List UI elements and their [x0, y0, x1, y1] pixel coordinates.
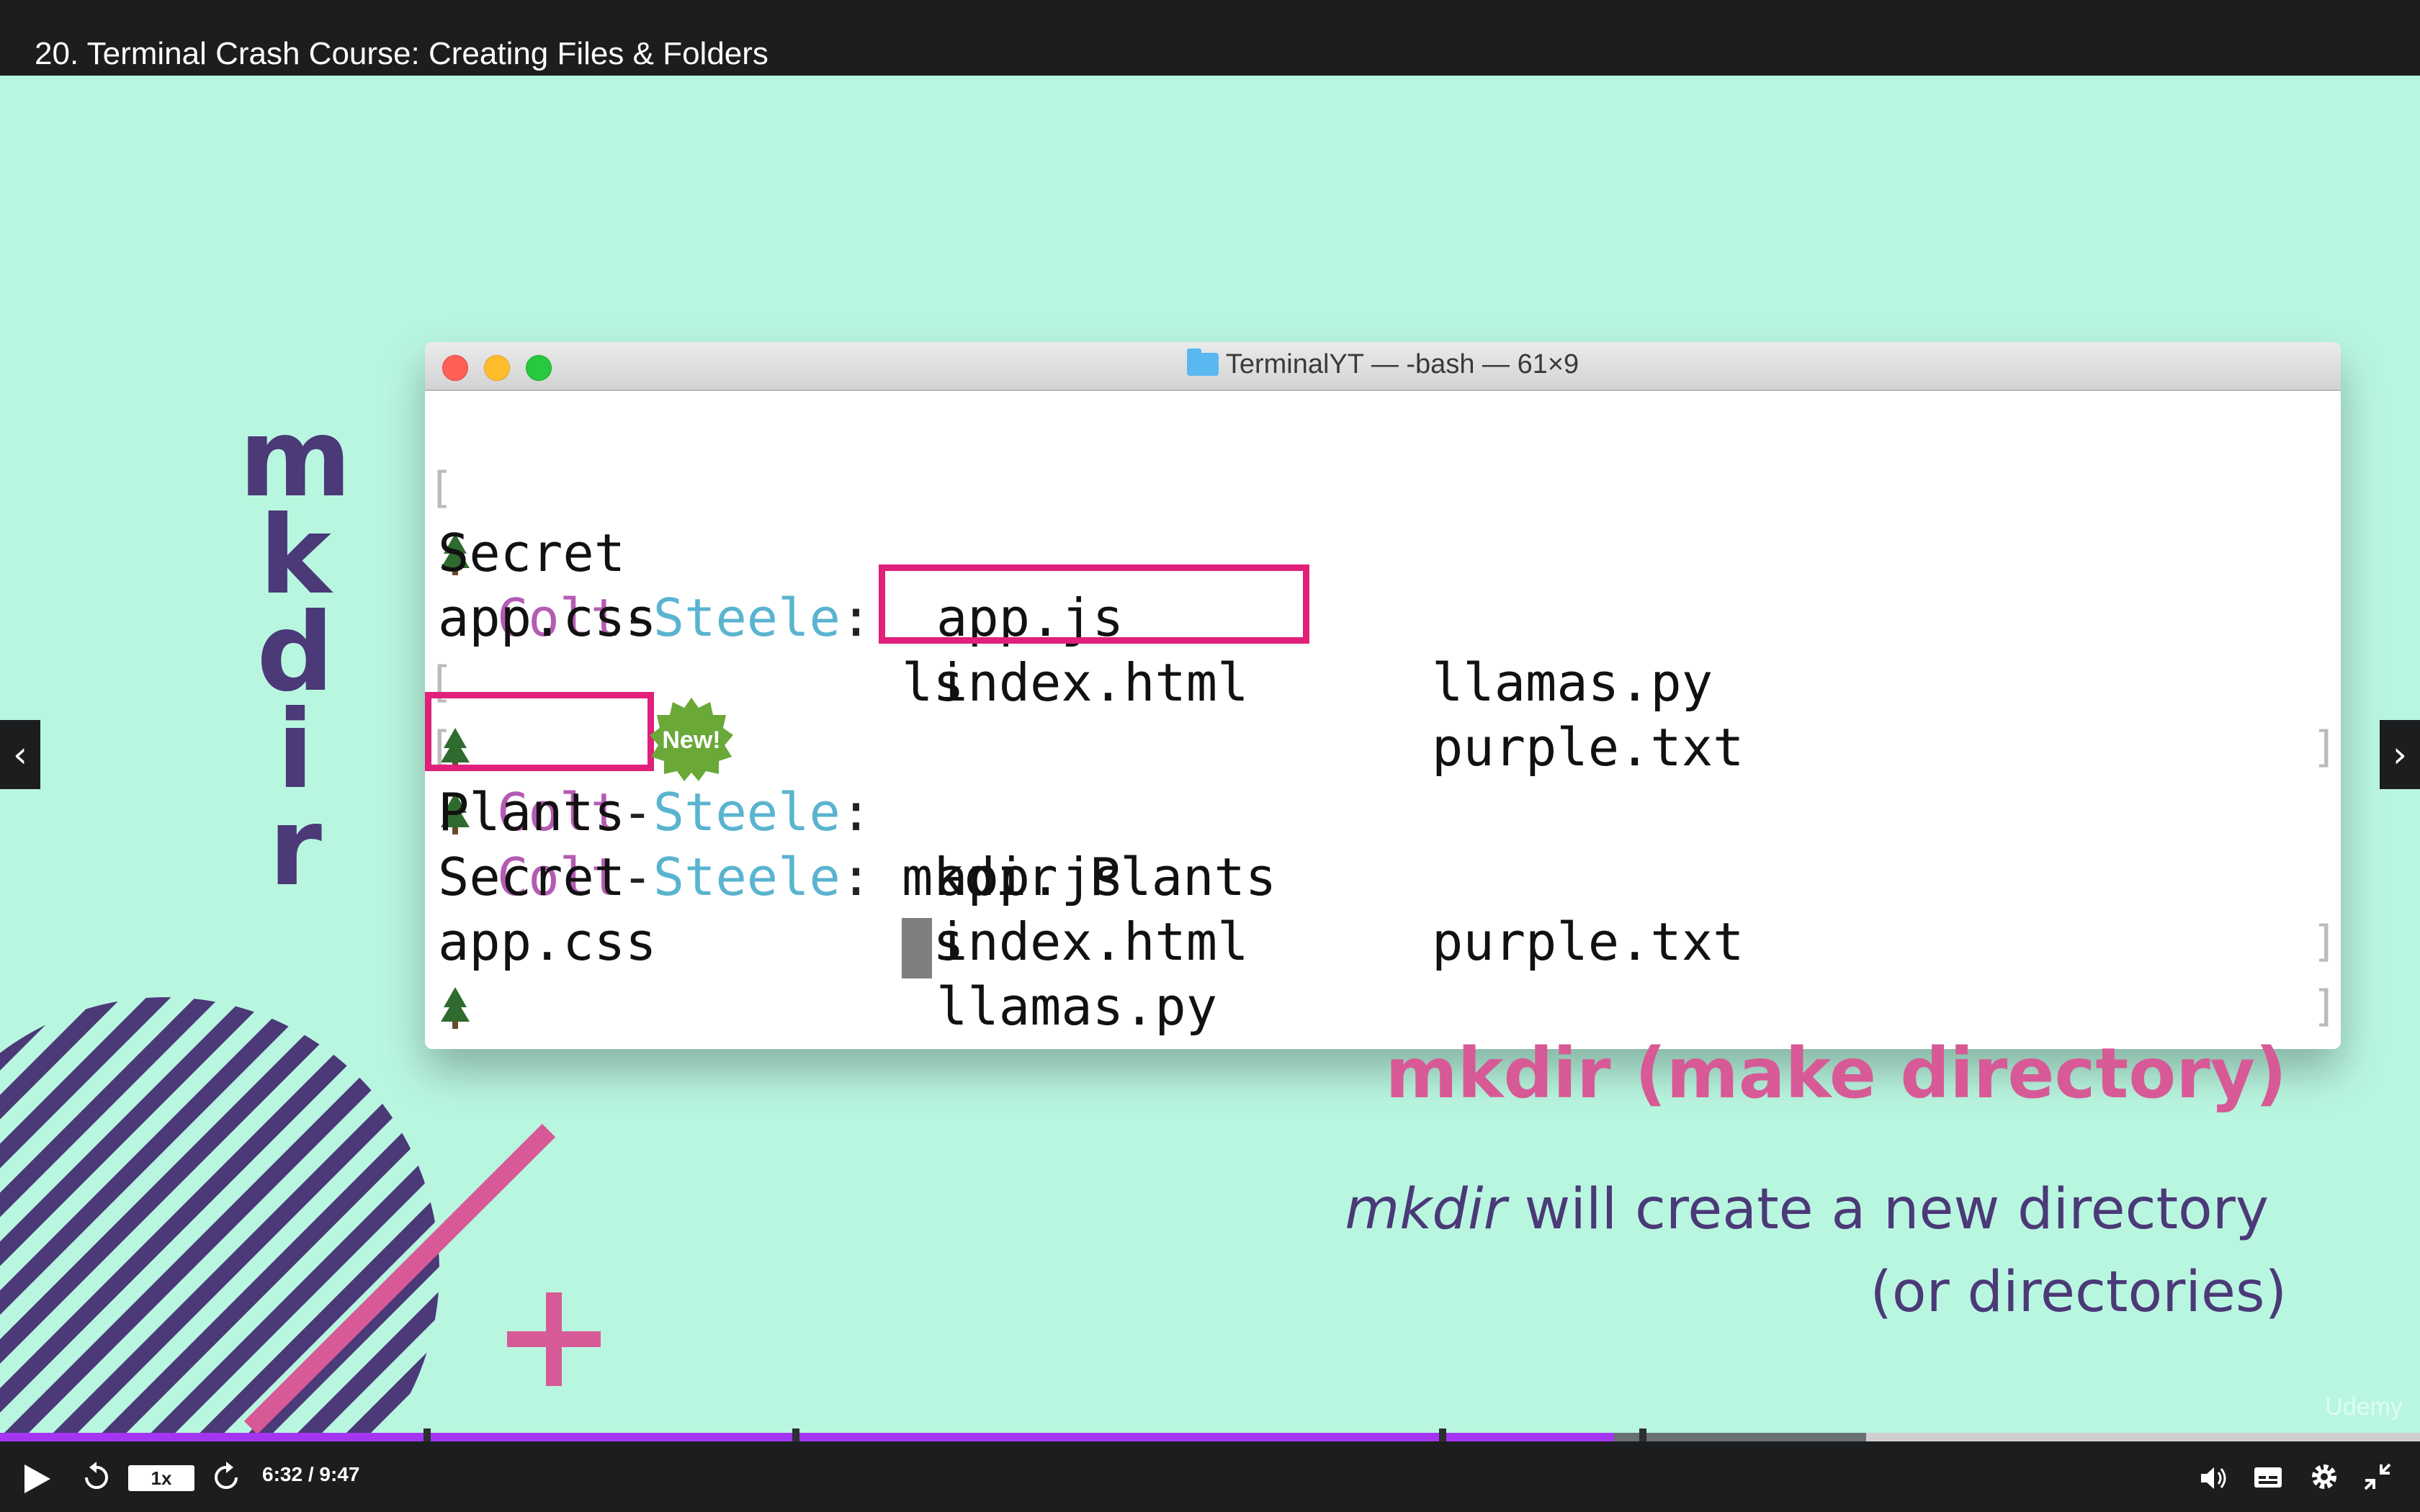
progress-played — [0, 1433, 1615, 1441]
plus-horizontal — [507, 1331, 601, 1347]
rewind-icon[interactable] — [79, 1460, 114, 1495]
video-progress-bar[interactable] — [0, 1428, 2420, 1444]
terminal-window: TerminalYT — -bash — 61×9 [ Colt-Steele:… — [425, 342, 2341, 1049]
ls-output-row: Secret index.html — [425, 780, 2341, 972]
top-bar: 20. Terminal Crash Course: Creating File… — [0, 0, 2420, 76]
gear-icon[interactable] — [2308, 1460, 2341, 1493]
terminal-title: TerminalYT — -bash — 61×9 — [425, 348, 2341, 380]
previous-lecture-button[interactable]: ‹ — [0, 720, 40, 789]
prompt-colon: : — [841, 1041, 871, 1049]
time-readout: 6:32 / 9:47 — [262, 1463, 360, 1485]
vertical-letter: r — [269, 785, 322, 910]
player-controls: 1x 6:32 / 9:47 — [0, 1441, 2420, 1512]
terminal-output: [ Colt-Steele: ls ] Secret app.js llamas… — [425, 391, 2341, 1049]
ls-output-row: app.css llamas.py — [425, 845, 2341, 1037]
description-text: will create a new directory — [1506, 1177, 2269, 1242]
terminal-titlebar: TerminalYT — -bash — 61×9 — [425, 342, 2341, 391]
chevron-left-icon: ‹ — [13, 734, 27, 775]
ls-output-row: Secret app.js llamas.py — [425, 456, 2341, 713]
prompt-line: [ Colt-Steele: ls ] — [425, 391, 2341, 773]
slide-description: mkdir will create a new directory — [1345, 1177, 2269, 1242]
description-command: mkdir — [1345, 1177, 1507, 1242]
chevron-right-icon: › — [2393, 734, 2407, 775]
prompt-line: [ Colt-Steele: mkdir Plants ] — [425, 585, 2341, 967]
terminal-title-text: TerminalYT — -bash — 61×9 — [1225, 349, 1579, 379]
prompt-host: Steele — [653, 1041, 841, 1049]
video-slide[interactable]: m k d i r TerminalYT — -bash — 61×9 [ Co… — [0, 76, 2420, 1433]
volume-icon[interactable] — [2197, 1462, 2230, 1495]
slide-heading: mkdir (make directory) — [1385, 1033, 2287, 1114]
terminal-cursor — [902, 918, 932, 978]
new-badge: New! — [650, 698, 733, 781]
prompt-line: Colt-Steele: — [425, 909, 2341, 1049]
next-lecture-button[interactable]: › — [2380, 720, 2420, 789]
file-name: llamas.py — [936, 976, 1218, 1037]
captions-icon[interactable] — [2253, 1463, 2283, 1492]
mkdir-command-highlight — [879, 564, 1309, 644]
lecture-title: 20. Terminal Crash Course: Creating File… — [35, 36, 768, 71]
bracket-mark: ] — [2311, 981, 2338, 1032]
plants-folder-highlight — [425, 692, 654, 771]
ls-output-row: app.css index.html purple.txt — [425, 521, 2341, 778]
forward-icon[interactable] — [209, 1460, 243, 1495]
udemy-watermark: Udemy — [2325, 1393, 2403, 1421]
play-button[interactable] — [24, 1464, 50, 1493]
folder-icon — [1186, 348, 1219, 376]
slide-description-line2: (or directories) — [1870, 1260, 2287, 1325]
decorative-shapes — [0, 997, 601, 1433]
playback-speed-button[interactable]: 1x — [128, 1465, 194, 1491]
vertical-command-word: m k d i r — [230, 405, 360, 910]
exit-fullscreen-icon[interactable] — [2362, 1462, 2393, 1492]
new-badge-label: New! — [662, 726, 720, 754]
